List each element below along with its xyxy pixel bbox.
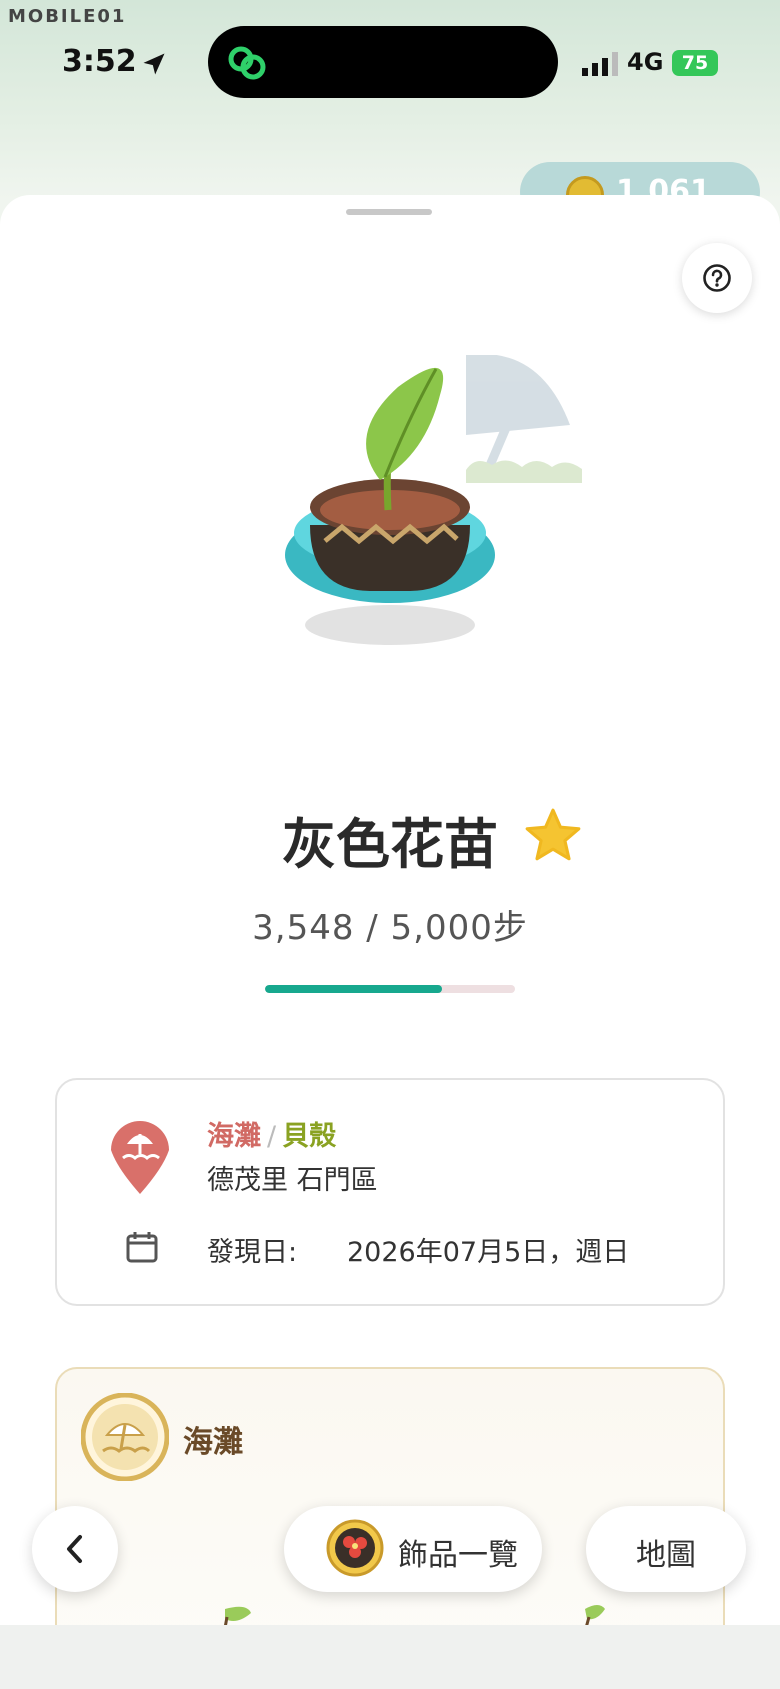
discovery-date-label: 發現日: — [207, 1237, 298, 1268]
decor-list-label: 飾品一覽 — [398, 1538, 518, 1573]
sheet-drag-handle[interactable] — [346, 209, 432, 215]
beach-medal-icon — [81, 1393, 169, 1481]
step-progress-text: 3,548 / 5,000步 — [252, 908, 528, 948]
beach-umbrella-watermark-icon — [466, 355, 582, 483]
discovery-info-card: 海灘 / 貝殼 德茂里 石門區 發現日: 2026年07月5日，週日 — [55, 1078, 725, 1306]
cellular-signal-icon — [582, 52, 618, 76]
map-button-label: 地圖 — [636, 1538, 696, 1573]
step-progress-bar — [265, 985, 515, 993]
help-button[interactable] — [682, 243, 752, 313]
step-progress-fill — [265, 985, 443, 993]
decor-list-button[interactable]: 飾品一覽 — [284, 1506, 542, 1592]
category-primary: 海灘 — [207, 1121, 261, 1152]
map-button[interactable]: 地圖 — [586, 1506, 746, 1592]
beach-card-title: 海灘 — [183, 1425, 243, 1460]
category-line: 海灘 / 貝殼 — [207, 1114, 336, 1153]
discovery-date-value: 2026年07月5日，週日 — [347, 1237, 630, 1268]
chevron-left-icon — [67, 1535, 82, 1563]
home-indicator-area — [0, 1625, 780, 1689]
status-bar: 3:52 4G 75 — [0, 0, 780, 120]
dynamic-island — [208, 26, 558, 98]
location-text: 德茂里 石門區 — [207, 1165, 378, 1196]
link-rings-icon — [228, 46, 266, 80]
star-icon — [525, 808, 581, 861]
category-secondary: 貝殼 — [282, 1121, 337, 1152]
category-separator: / — [267, 1121, 277, 1152]
network-type: 4G — [627, 48, 664, 76]
location-arrow-icon — [143, 53, 165, 75]
calendar-icon — [126, 1232, 158, 1263]
back-button[interactable] — [32, 1506, 118, 1592]
battery-indicator: 75 — [672, 50, 718, 76]
item-detail-sheet: 灰色花苗 3,548 / 5,000步 海灘 / 貝殼 德茂里 石門區 發現日: 2… — [0, 195, 780, 1667]
status-time: 3:52 — [62, 44, 137, 79]
question-mark-icon — [703, 264, 731, 292]
beach-location-pin-icon — [111, 1121, 169, 1194]
decor-medal-icon — [326, 1519, 384, 1577]
seedling-pot-illustration — [285, 355, 582, 645]
item-name: 灰色花苗 — [282, 813, 498, 876]
